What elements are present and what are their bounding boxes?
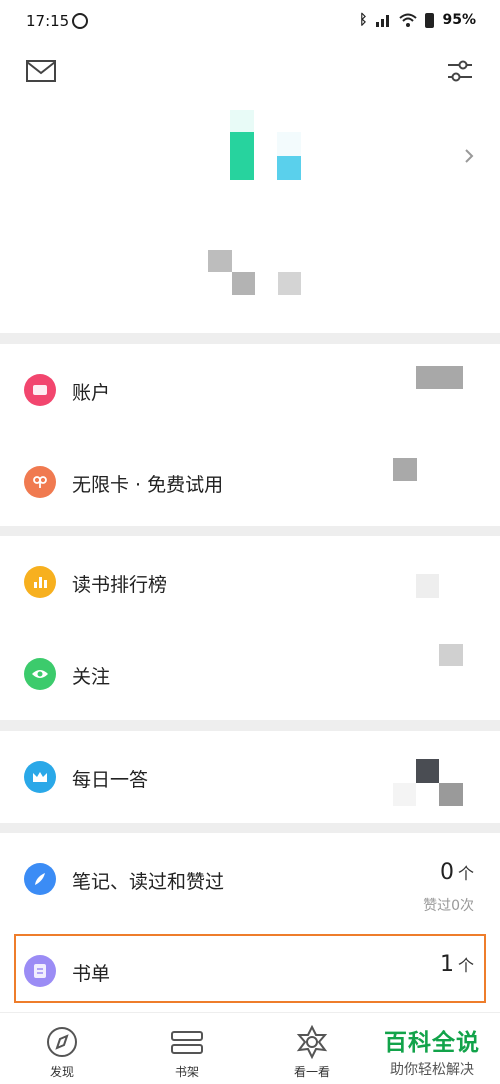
signal-icon	[376, 15, 390, 27]
ranking-mosaic	[416, 574, 439, 598]
username-mosaic	[208, 250, 232, 272]
bluetooth-icon: ᛒ	[359, 12, 368, 28]
status-time: 17:15	[26, 12, 70, 30]
bar-chart-icon	[24, 566, 56, 598]
tab-label: 看一看	[293, 1065, 330, 1079]
menu-item-label: 无限卡 · 免费试用	[72, 474, 224, 496]
daily-mosaic	[393, 783, 416, 806]
bookshelf-icon	[171, 1031, 203, 1054]
likes-count: 赞过0次	[423, 898, 474, 914]
sliders-icon[interactable]	[446, 58, 474, 84]
menu-item-label: 关注	[72, 666, 111, 688]
watermark-subtitle: 助你轻松解决	[390, 1062, 474, 1078]
menu-item-daily[interactable]: 每日一答	[0, 731, 500, 823]
battery-icon	[425, 12, 435, 28]
bottom-tab-bar: 发现 书架 看一看 我 百科全说 助你轻松解决	[0, 1012, 500, 1084]
menu-item-follow[interactable]: 关注	[0, 628, 500, 720]
notes-count: 0个	[440, 860, 474, 885]
menu-item-unlimited[interactable]: 无限卡 · 免费试用	[0, 436, 500, 528]
menu-item-label: 笔记、读过和赞过	[72, 871, 225, 893]
mail-icon[interactable]	[26, 60, 56, 82]
tab-label: 发现	[49, 1065, 74, 1079]
promo-mosaic	[393, 458, 417, 481]
notes-count-value: 0	[439, 860, 454, 885]
menu-item-label: 每日一答	[72, 769, 149, 791]
menu-group-social: 读书排行榜 关注	[0, 536, 500, 720]
follow-mosaic	[439, 644, 463, 666]
menu-group-account: 账户 无限卡 · 免费试用	[0, 344, 500, 526]
star-outline-icon	[296, 1025, 328, 1059]
watermark: 百科全说 助你轻松解决	[372, 1023, 492, 1079]
menu-item-label: 账户	[72, 382, 111, 404]
battery-percent: 95%	[442, 12, 476, 28]
menu-item-notes[interactable]: 笔记、读过和赞过 0个 赞过0次	[0, 833, 500, 925]
tab-discover[interactable]: 发现	[12, 1013, 112, 1084]
username-mosaic	[232, 272, 255, 295]
tab-label: 书架	[174, 1065, 199, 1079]
alarm-icon	[72, 13, 88, 29]
chevron-right-icon[interactable]	[460, 144, 478, 168]
status-icons: ᛒ 95%	[359, 12, 476, 28]
wallet-icon	[24, 374, 56, 406]
menu-item-account[interactable]: 账户	[0, 344, 500, 436]
tab-look[interactable]: 看一看	[262, 1013, 362, 1084]
menu-item-label: 读书排行榜	[72, 574, 168, 596]
username-mosaic	[278, 272, 301, 295]
watermark-title: 百科全说	[384, 1030, 480, 1056]
compass-icon	[47, 1027, 77, 1057]
wifi-icon	[399, 13, 418, 27]
daily-mosaic	[439, 783, 463, 806]
tab-bookshelf[interactable]: 书架	[137, 1013, 237, 1084]
avatar[interactable]	[230, 110, 254, 132]
menu-group-daily: 每日一答	[0, 731, 500, 823]
highlight-frame	[14, 934, 486, 1003]
infinity-icon	[24, 466, 56, 498]
quill-icon	[24, 863, 56, 895]
eye-icon	[24, 658, 56, 690]
avatar-mosaic	[277, 156, 301, 180]
notes-count-unit: 个	[457, 864, 474, 883]
daily-mosaic	[416, 759, 439, 783]
crown-icon	[24, 761, 56, 793]
avatar-mosaic	[277, 132, 301, 156]
balance-mosaic	[416, 366, 463, 389]
menu-item-ranking[interactable]: 读书排行榜	[0, 536, 500, 628]
avatar-mosaic	[230, 132, 254, 180]
profile-section[interactable]	[0, 44, 500, 333]
status-bar: 17:15 ᛒ 95%	[0, 0, 500, 44]
